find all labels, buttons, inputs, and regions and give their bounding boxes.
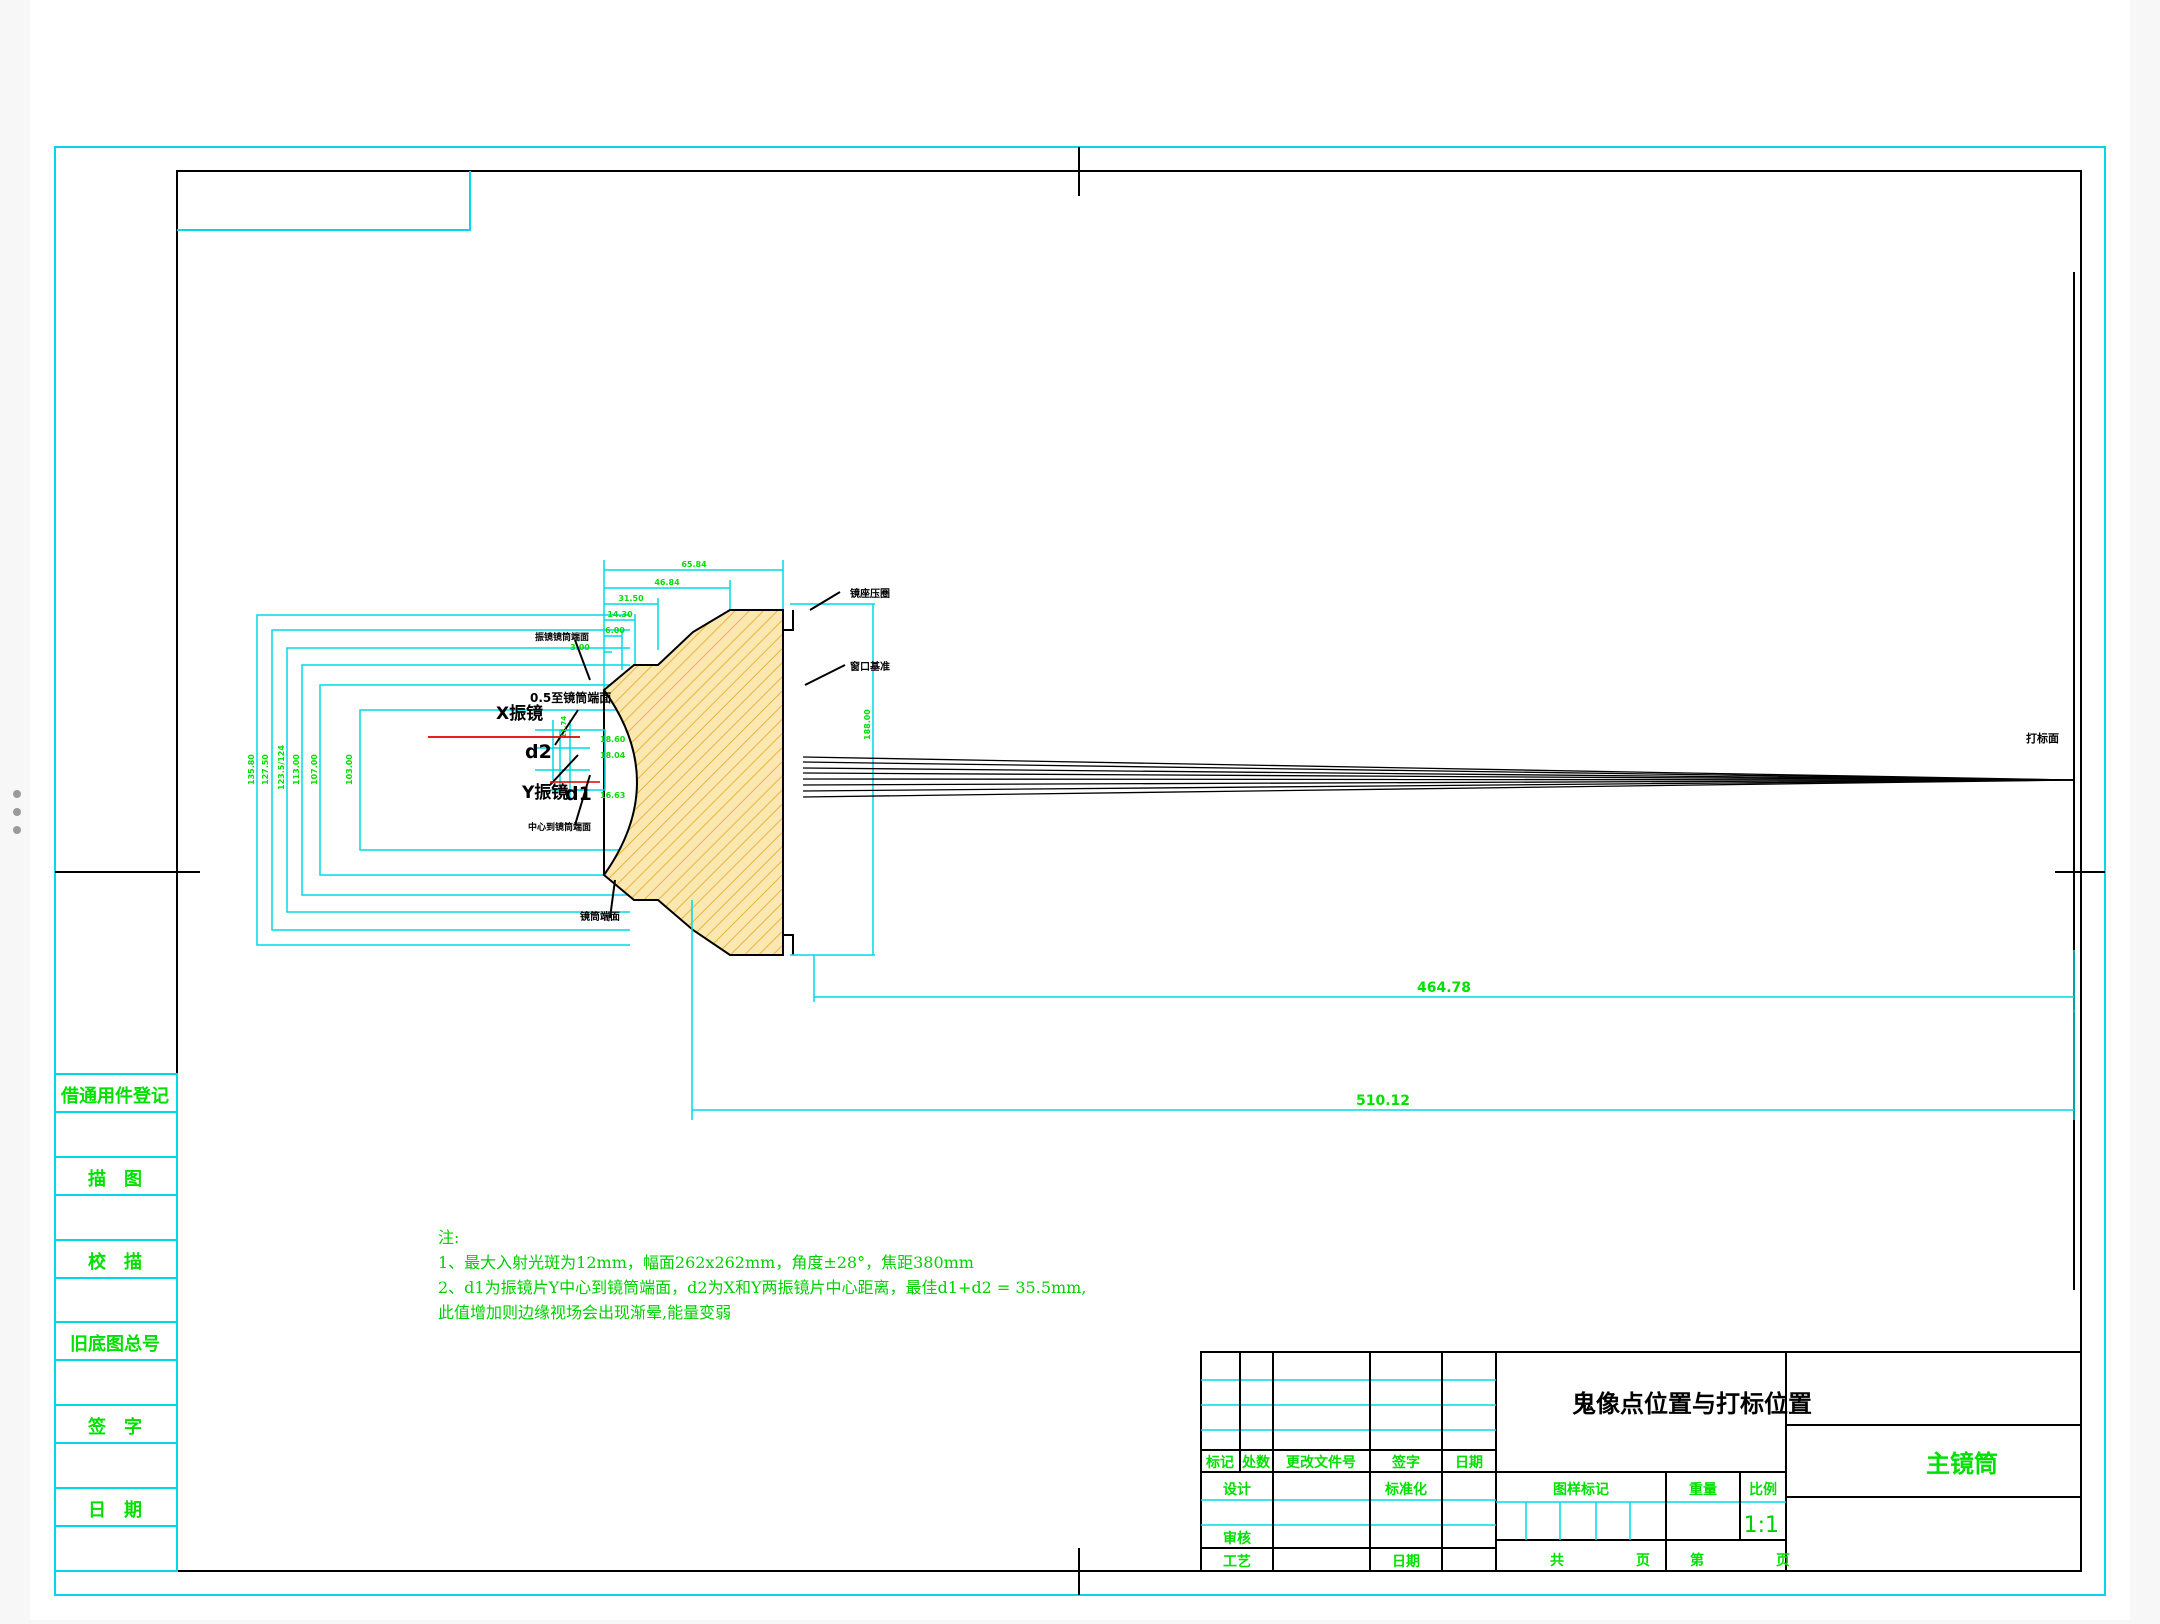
dim-label: 18.04 xyxy=(600,751,626,760)
lens-barrel xyxy=(602,609,784,956)
side-label: 借通用件登记 xyxy=(60,1085,169,1107)
tb-label: 页 xyxy=(1636,1553,1650,1569)
tb-label: 图样标记 xyxy=(1553,1481,1609,1498)
tb-label: 重量 xyxy=(1689,1481,1717,1498)
dim-label: 18.60 xyxy=(600,735,626,744)
side-label: 校 描 xyxy=(88,1251,142,1273)
tb-label: 审核 xyxy=(1223,1530,1251,1547)
tb-label: 处数 xyxy=(1241,1454,1271,1471)
ray-fan xyxy=(802,756,2075,798)
dim-label: 135.80 xyxy=(247,754,256,785)
notes-line: 2、d1为振镜片Y中心到镜筒端面，d2为X和Y两振镜片中心距离，最佳d1+d2 … xyxy=(438,1278,1086,1297)
dim-label: 11.74 xyxy=(560,716,568,738)
dim-label: 123.5/124 xyxy=(277,745,286,790)
dim-label: 510.12 xyxy=(1356,1093,1410,1109)
corner-box xyxy=(177,171,471,231)
side-label: 日 期 xyxy=(88,1500,142,1521)
dist-label: 0.5至镜筒端面 xyxy=(530,690,611,705)
window-label: 窗口基准 xyxy=(850,660,890,673)
dim-464: 464.78 xyxy=(813,950,2075,1012)
drawing-sheet: 借通用件登记 描 图 校 描 旧底图总号 签 字 日 期 135.80 127.… xyxy=(30,0,2130,1620)
tb-label: 标记 xyxy=(1205,1454,1234,1471)
d1-label: d1 xyxy=(565,783,592,805)
marking-plane-label: 打标面 xyxy=(2026,731,2059,745)
dim-label: 107.00 xyxy=(310,754,319,785)
drag-handle[interactable] xyxy=(12,790,22,834)
notes-line: 1、最大入射光斑为12mm，幅面262x262mm，角度±28°，焦距380mm xyxy=(438,1253,974,1272)
dim-510: 510.12 xyxy=(691,900,2075,1120)
tb-label: 比例 xyxy=(1749,1481,1777,1498)
side-block: 借通用件登记 描 图 校 描 旧底图总号 签 字 日 期 xyxy=(54,1073,178,1572)
title-block: 标记 处数 更改文件号 签字 日期 设计 标准化 审核 工艺 日期 图样标记 重… xyxy=(1200,1351,2082,1572)
dim-label: 16.63 xyxy=(600,791,625,800)
tb-label: 工艺 xyxy=(1223,1553,1251,1570)
side-label: 签 字 xyxy=(87,1416,142,1438)
tb-label: 日期 xyxy=(1392,1554,1420,1570)
y-mirror-label: Y振镜 xyxy=(521,782,568,803)
barrel-end-label: 镜筒端面 xyxy=(580,910,620,923)
notes-line: 此值增加则边缘视场会出现渐晕,能量变弱 xyxy=(438,1303,731,1322)
tb-label: 日期 xyxy=(1455,1455,1483,1471)
dim-label: 188.00 xyxy=(863,709,872,740)
outer-frame xyxy=(54,146,2106,1596)
dim-label: 31.50 xyxy=(618,594,644,603)
lens-holder-label: 镜座压圈 xyxy=(850,587,890,600)
center-dist-label: 中心到镜筒端面 xyxy=(528,821,591,833)
left-dims: 135.80 127.50 123.5/124 113.00 107.00 10… xyxy=(247,745,354,790)
scale-value: 1:1 xyxy=(1744,1513,1779,1538)
drag-dot xyxy=(13,826,21,834)
cad-drawing: 借通用件登记 描 图 校 描 旧底图总号 签 字 日 期 135.80 127.… xyxy=(54,146,2106,1596)
flange-top xyxy=(782,610,794,631)
dim-label: 46.84 xyxy=(654,578,680,587)
flange-bottom xyxy=(782,934,794,955)
notes: 注: 1、最大入射光斑为12mm，幅面262x262mm，角度±28°，焦距38… xyxy=(438,1228,1086,1322)
d2-label: d2 xyxy=(525,741,552,763)
dim-label: 3.00 xyxy=(570,643,590,652)
notes-heading: 注: xyxy=(438,1228,459,1247)
tb-label: 页 xyxy=(1776,1553,1790,1569)
dim-label: 65.84 xyxy=(681,560,707,569)
side-label: 描 图 xyxy=(88,1168,142,1190)
part-name: 主镜筒 xyxy=(1926,1450,1998,1478)
drag-dot xyxy=(13,808,21,816)
tb-label: 设计 xyxy=(1223,1481,1251,1498)
mirror-face-label: 振镜镜筒端面 xyxy=(535,631,589,643)
tb-label: 共 xyxy=(1550,1552,1564,1569)
dim-label: 113.00 xyxy=(292,754,301,785)
dim-label: 14.30 xyxy=(607,610,633,619)
tb-label: 更改文件号 xyxy=(1286,1454,1356,1471)
tb-label: 第 xyxy=(1690,1552,1704,1569)
drag-dot xyxy=(13,790,21,798)
drawing-title: 鬼像点位置与打标位置 xyxy=(1572,1390,1812,1418)
inner-frame xyxy=(176,170,2082,1572)
dim-label: 127.50 xyxy=(261,754,270,785)
dim-label: 103.00 xyxy=(345,754,354,785)
dim-label: 6.00 xyxy=(605,626,625,635)
tb-label: 签字 xyxy=(1391,1454,1420,1471)
side-label: 旧底图总号 xyxy=(70,1333,160,1355)
dim-label: 464.78 xyxy=(1417,980,1471,996)
tb-label: 标准化 xyxy=(1384,1481,1427,1498)
x-mirror-label: X振镜 xyxy=(496,703,543,724)
